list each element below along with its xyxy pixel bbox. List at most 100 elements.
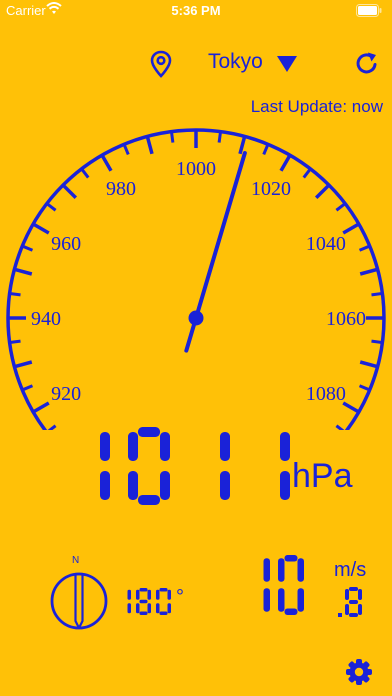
lcd-segment [167, 589, 171, 600]
lcd-segment [136, 603, 140, 614]
lcd-segment [263, 558, 270, 582]
lcd-segment [160, 432, 170, 461]
gauge-minor-tick [80, 167, 90, 179]
status-bar: Carrier 5:36 PM [0, 0, 392, 22]
gauge-major-tick [13, 267, 33, 276]
city-selector[interactable]: Tokyo [208, 50, 263, 74]
lcd-segment [100, 432, 110, 461]
gauge-minor-tick [122, 143, 130, 156]
gauge-minor-tick [358, 384, 371, 392]
gauge-minor-tick [21, 244, 34, 252]
gauge-minor-tick [358, 244, 371, 252]
lcd-segment [128, 432, 138, 461]
lcd-segment [147, 603, 151, 614]
gauge-minor-tick [371, 291, 383, 297]
gauge-major-tick [32, 401, 50, 414]
lcd-segment [160, 471, 170, 500]
needle-hub [188, 310, 204, 326]
gauge-label: 1040 [306, 233, 346, 255]
gauge-major-tick [279, 154, 292, 172]
pressure-unit: hPa [292, 457, 353, 495]
status-time: 5:36 PM [171, 3, 221, 18]
lcd-segment [284, 555, 298, 562]
lcd-segment [156, 589, 160, 600]
lcd-segment [128, 471, 138, 500]
lcd-segment [297, 558, 304, 582]
gauge-major-tick [359, 360, 379, 369]
gauge-label: 940 [31, 308, 61, 330]
gauge-label: 920 [51, 383, 81, 405]
gauge-label: 1020 [251, 178, 291, 200]
gear-icon[interactable] [345, 658, 373, 686]
gauge-major-tick [13, 360, 33, 369]
wind-speed-unit: m/s [334, 559, 367, 581]
lcd-segment [159, 588, 168, 592]
lcd-segment [280, 432, 290, 461]
compass-north-label: N [72, 555, 80, 566]
wind-speed-value [263, 555, 304, 615]
battery-icon [356, 4, 382, 17]
gauge-minor-tick [47, 424, 57, 430]
lcd-segment [139, 611, 148, 615]
decimal-point [338, 613, 342, 617]
lcd-segment [358, 604, 362, 615]
lcd-segment [345, 604, 349, 615]
gauge-major-tick [238, 135, 247, 155]
lcd-segment [297, 588, 304, 612]
gauge-major-tick [32, 222, 50, 235]
pressure-value [100, 427, 290, 505]
gauge-minor-tick [217, 131, 223, 143]
wind-direction-value [127, 588, 171, 615]
gauge-minor-tick [9, 291, 21, 297]
gauge-minor-tick [335, 424, 345, 430]
gauge-label: 1000 [176, 158, 216, 180]
lcd-segment [263, 588, 270, 612]
last-update-label: Last Update: now [250, 97, 383, 116]
gauge-major-tick [61, 183, 78, 200]
gauge-minor-tick [21, 384, 34, 392]
lcd-segment [349, 600, 358, 604]
wind-speed-fraction [338, 587, 362, 617]
refresh-icon[interactable] [354, 50, 380, 76]
lcd-segment [127, 603, 131, 614]
toolbar: Tokyo [0, 46, 392, 80]
lcd-segment [147, 589, 151, 600]
gauge-major-tick [100, 154, 113, 172]
gauge-label: 960 [51, 233, 81, 255]
gauge-label: 1060 [326, 308, 366, 330]
lcd-segment [139, 599, 148, 604]
location-pin-icon[interactable] [149, 50, 173, 78]
lcd-segment [138, 427, 160, 437]
lcd-segment [138, 495, 160, 505]
barometer-gauge: 920 940 960 980 1000 1020 1040 1060 1080 [6, 128, 386, 430]
lcd-segment [220, 471, 230, 500]
gauge-minor-tick [262, 143, 270, 156]
gauge-minor-tick [9, 339, 21, 345]
lcd-segment [284, 608, 298, 615]
lcd-segment [127, 589, 131, 600]
gauge-major-tick [145, 135, 154, 155]
lcd-segment [159, 611, 168, 615]
lcd-segment [358, 589, 362, 600]
lcd-segment [280, 471, 290, 500]
gauge-minor-tick [169, 131, 175, 143]
gauge-minor-tick [45, 202, 57, 212]
gauge-minor-tick [371, 339, 383, 345]
gauge-labels: 920 940 960 980 1000 1020 1040 1060 1080 [31, 158, 366, 405]
lcd-segment [349, 613, 358, 617]
gauge-minor-tick [302, 167, 312, 179]
gauge-minor-tick [335, 202, 347, 212]
lcd-segment [345, 589, 349, 600]
gauge-label: 1080 [306, 383, 346, 405]
lcd-segment [100, 471, 110, 500]
lcd-segment [139, 588, 148, 592]
degree-symbol: ° [176, 586, 184, 608]
triangle-down-icon[interactable] [276, 55, 298, 73]
lcd-segment [220, 432, 230, 461]
compass-icon [50, 572, 108, 630]
gauge-label: 980 [106, 178, 136, 200]
gauge-major-tick [314, 183, 331, 200]
lcd-segment [167, 603, 171, 614]
gauge-major-tick [359, 267, 379, 276]
lcd-segment [136, 589, 140, 600]
